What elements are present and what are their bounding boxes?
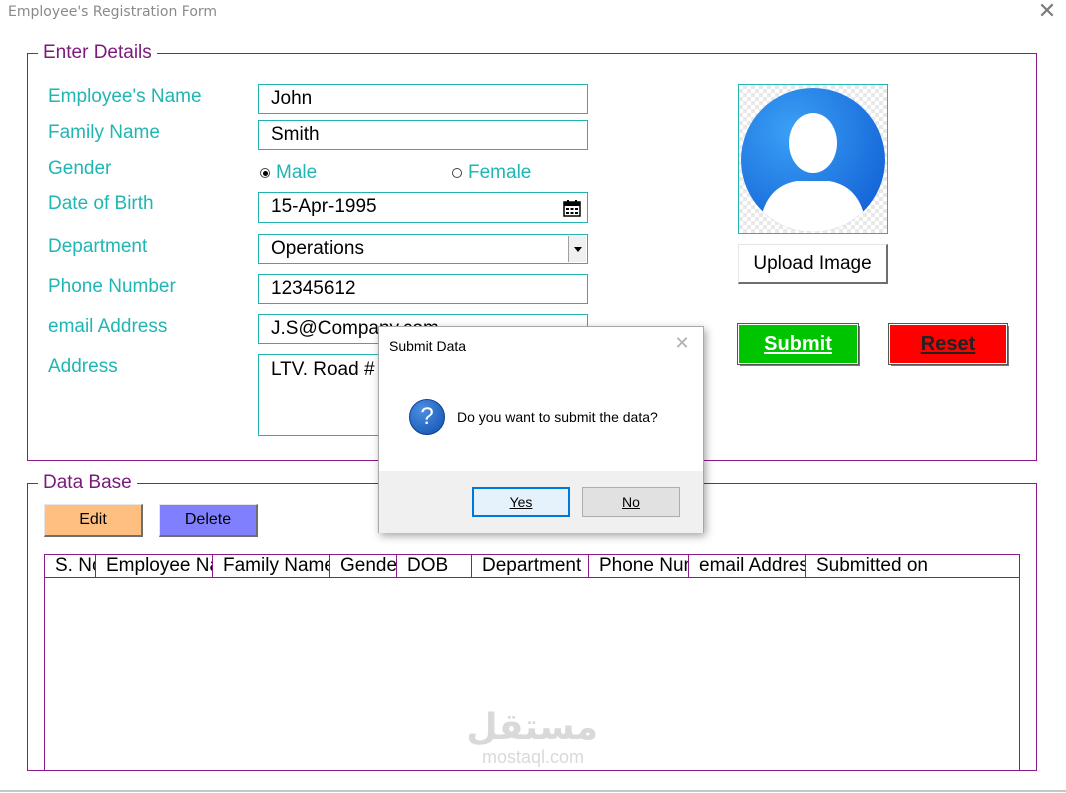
column-header-gender[interactable]: Gender	[330, 555, 397, 577]
phone-number-field[interactable]: 12345612	[258, 274, 588, 304]
address-label: Address	[48, 356, 118, 377]
database-table-header: S. No Employee Name Family Name Gender D…	[44, 554, 1020, 578]
phone-number-label: Phone Number	[48, 276, 176, 297]
enter-details-legend: Enter Details	[43, 42, 152, 63]
calendar-icon[interactable]	[563, 199, 581, 217]
employee-name-field[interactable]: John	[258, 84, 588, 114]
column-header-employee-name[interactable]: Employee Name	[96, 555, 213, 577]
radio-unselected-icon	[452, 168, 462, 178]
dob-date-picker[interactable]: 15-Apr-1995	[258, 192, 588, 223]
column-header-email-address[interactable]: email Address	[689, 555, 806, 577]
dialog-no-label: No	[622, 494, 640, 510]
column-header-department[interactable]: Department	[472, 555, 589, 577]
watermark-arabic: مستقل	[466, 707, 598, 748]
dialog-yes-button[interactable]: Yes	[472, 487, 570, 517]
dialog-footer: Yes No	[379, 471, 703, 533]
gender-label: Gender	[48, 158, 112, 179]
column-header-dob[interactable]: DOB	[397, 555, 472, 577]
dob-label: Date of Birth	[48, 193, 154, 214]
dialog-no-button[interactable]: No	[582, 487, 680, 517]
edit-button[interactable]: Edit	[44, 504, 143, 537]
radio-selected-icon	[260, 168, 270, 178]
dialog-title: Submit Data	[389, 338, 467, 354]
reset-button-label: Reset	[920, 332, 976, 355]
column-header-submitted-on[interactable]: Submitted on	[806, 555, 1019, 577]
column-header-phone-number[interactable]: Phone Number	[589, 555, 689, 577]
window-bottom-border	[0, 790, 1066, 792]
gender-female-radio[interactable]: Female	[452, 162, 531, 184]
family-name-field[interactable]: Smith	[258, 120, 588, 150]
gender-male-radio[interactable]: Male	[260, 162, 317, 184]
upload-image-button[interactable]: Upload Image	[738, 244, 888, 284]
delete-button[interactable]: Delete	[159, 504, 258, 537]
employee-name-label: Employee's Name	[48, 86, 202, 107]
department-label: Department	[48, 236, 148, 257]
submit-button[interactable]: Submit	[738, 324, 858, 364]
window-close-icon[interactable]: ✕	[1036, 0, 1058, 24]
department-dropdown[interactable]: Operations	[258, 234, 588, 264]
database-legend: Data Base	[43, 472, 132, 493]
dialog-yes-label: Yes	[509, 494, 533, 510]
dialog-close-icon[interactable]: ✕	[671, 333, 693, 355]
user-avatar-icon	[741, 88, 885, 232]
dob-value: 15-Apr-1995	[271, 196, 377, 217]
dialog-message: Do you want to submit the data?	[457, 409, 658, 425]
watermark-latin: mostaql.com	[481, 747, 585, 767]
gender-female-label: Female	[468, 162, 532, 183]
gender-male-label: Male	[276, 162, 318, 183]
column-header-family-name[interactable]: Family Name	[213, 555, 330, 577]
submit-button-label: Submit	[764, 332, 832, 355]
column-header-s-no[interactable]: S. No	[45, 555, 96, 577]
reset-button[interactable]: Reset	[889, 324, 1007, 364]
department-value: Operations	[271, 238, 364, 259]
watermark-logo: مستقل mostaql.com	[466, 707, 598, 767]
question-icon: ?	[409, 399, 445, 435]
employee-photo	[738, 84, 888, 234]
window-title: Employee's Registration Form	[8, 4, 218, 20]
submit-data-dialog: Submit Data ✕ ? Do you want to submit th…	[378, 326, 704, 533]
chevron-down-icon[interactable]	[568, 236, 586, 262]
family-name-label: Family Name	[48, 122, 160, 143]
email-address-label: email Address	[48, 316, 168, 337]
